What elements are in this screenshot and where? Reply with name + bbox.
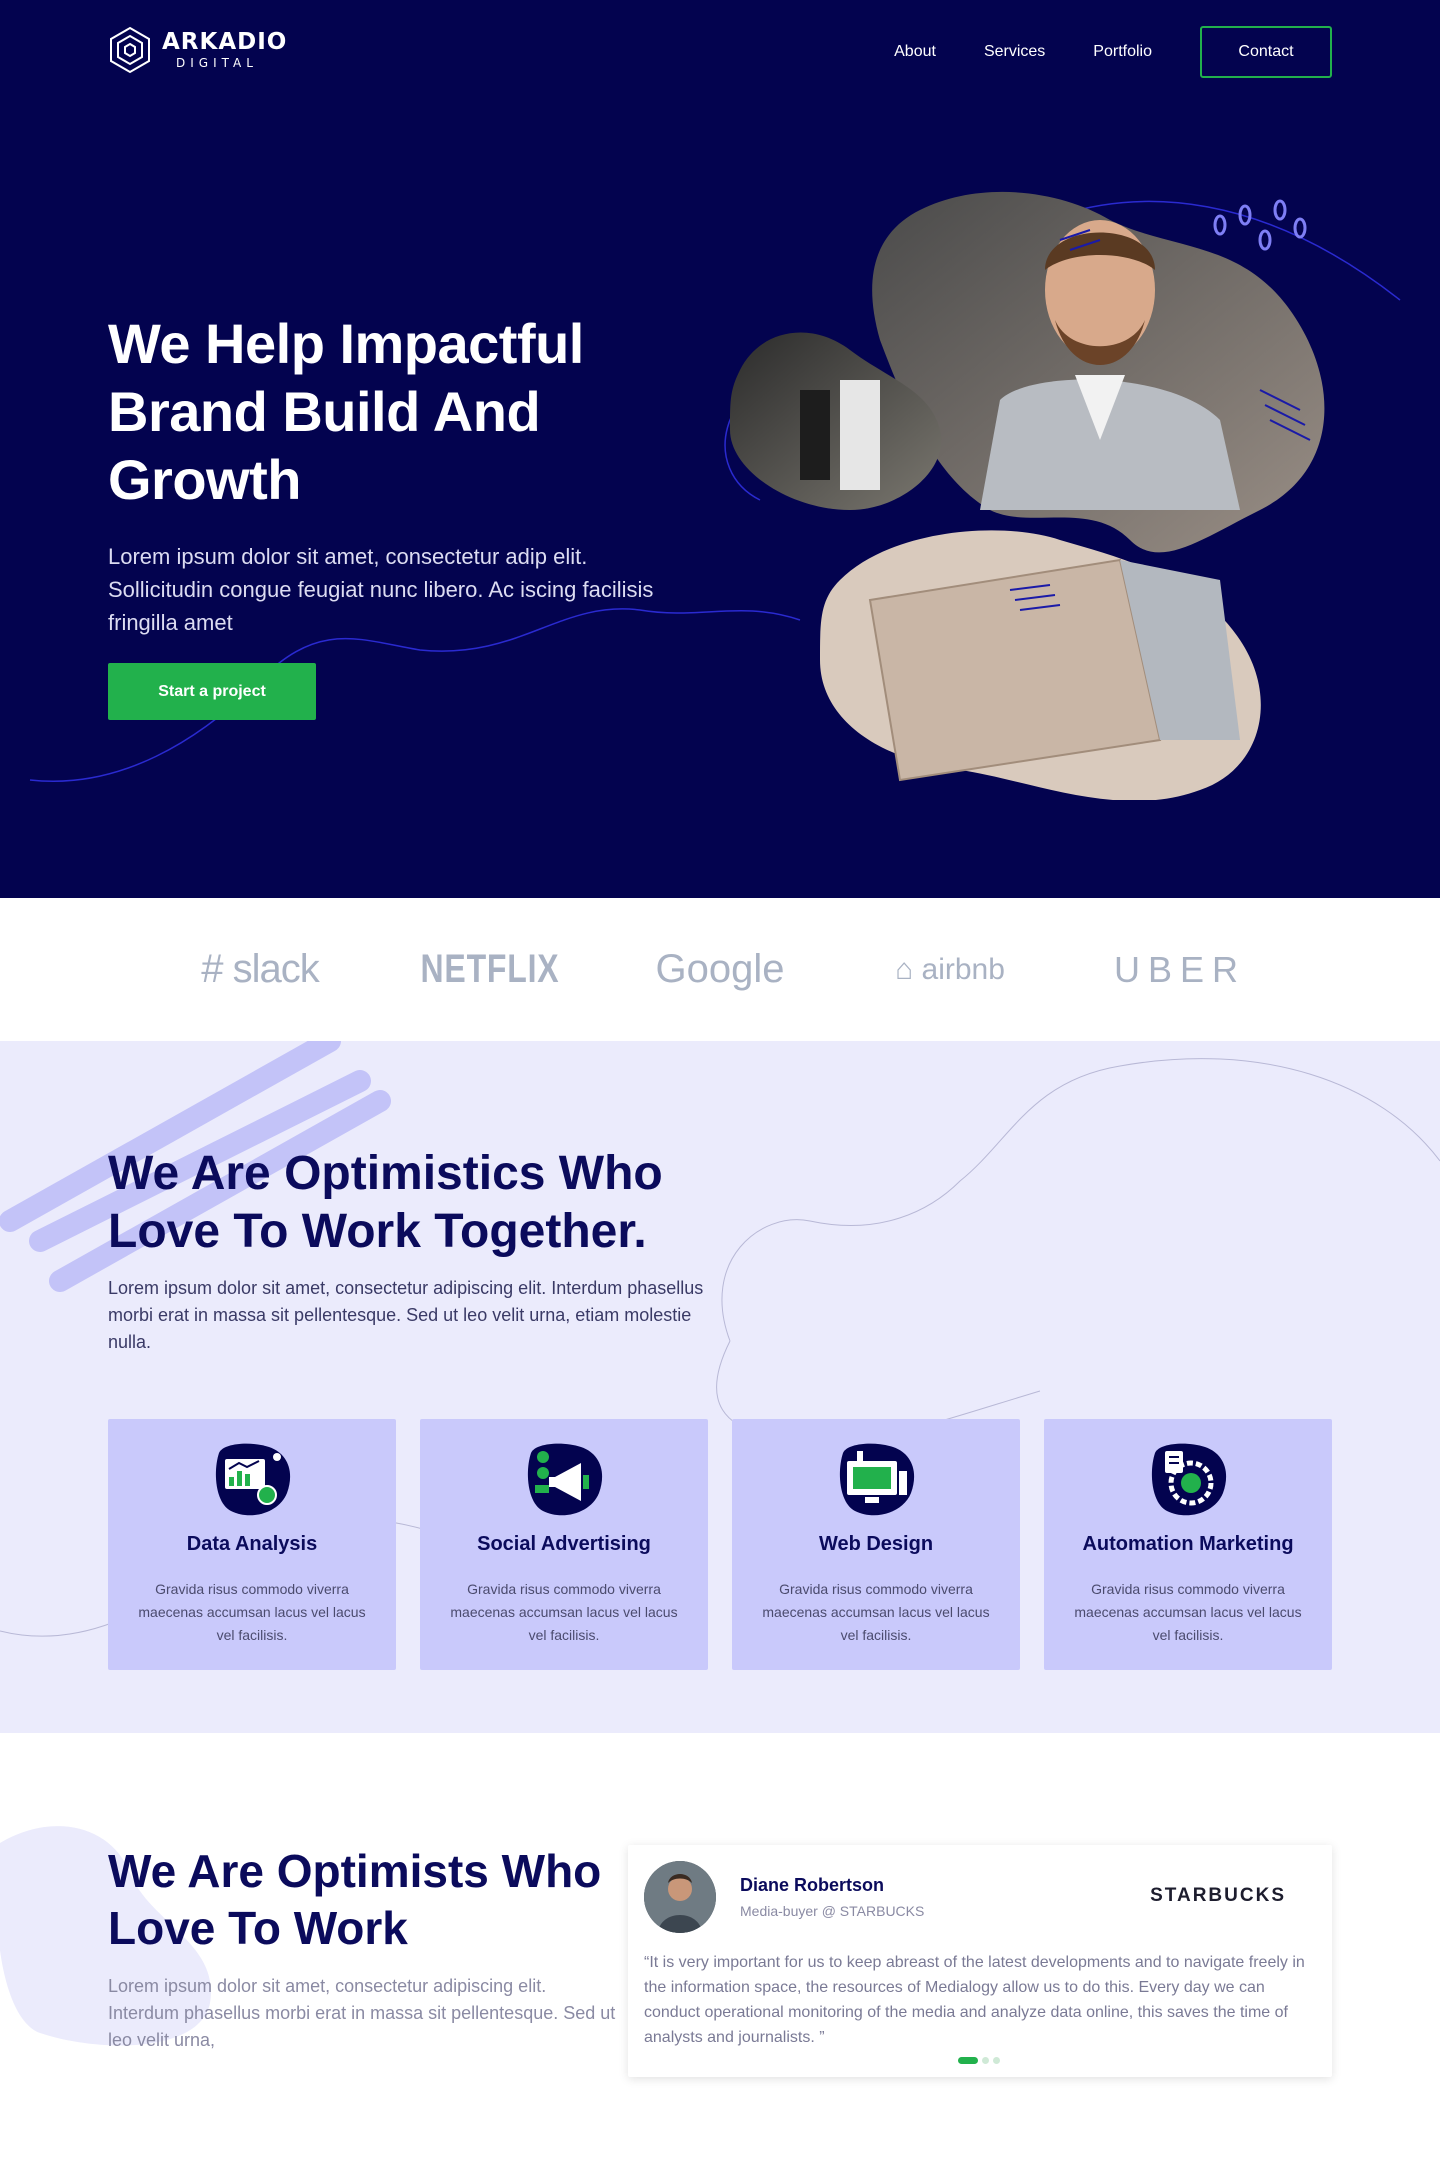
google-logo: Google: [655, 947, 785, 991]
top-nav: ARKADIO DIGITAL About Services Portfolio…: [108, 26, 1332, 78]
slack-logo: # slack: [145, 947, 375, 992]
service-text: Gravida risus commodo viverra maecenas a…: [762, 1581, 990, 1643]
netflix-logo: NETFLIX: [420, 947, 560, 991]
service-cards: Data Analysis Gravida risus commodo vive…: [108, 1419, 1332, 1670]
hero-section: ARKADIO DIGITAL About Services Portfolio…: [0, 0, 1440, 898]
testimonial-role: Media-buyer @ STARBUCKS: [740, 1903, 925, 1919]
automation-gear-icon: [1151, 1443, 1227, 1516]
start-project-button[interactable]: Start a project: [108, 663, 316, 720]
avatar: [644, 1861, 716, 1933]
testimonial-quote: “It is very important for us to keep abr…: [644, 1954, 1305, 2046]
partner-logos: # slack NETFLIX Google ⌂ airbnb UBER: [0, 898, 1440, 1041]
carousel-dots: [958, 2057, 1000, 2064]
testimonial-card: Diane Robertson Media-buyer @ STARBUCKS …: [628, 1845, 1332, 2077]
airbnb-logo: ⌂ airbnb: [835, 953, 1065, 987]
carousel-dot[interactable]: [993, 2057, 1000, 2064]
nav-link-portfolio[interactable]: Portfolio: [1093, 43, 1152, 61]
service-text: Gravida risus commodo viverra maecenas a…: [138, 1581, 366, 1643]
web-design-icon: [839, 1443, 915, 1516]
data-analysis-icon: [215, 1443, 291, 1516]
service-card[interactable]: Data Analysis Gravida risus commodo vive…: [108, 1419, 396, 1670]
brand-name: ARKADIO: [162, 29, 288, 55]
carousel-dot-active[interactable]: [958, 2057, 978, 2064]
brand-sub: DIGITAL: [176, 56, 258, 70]
hero-title: We Help Impactful Brand Build And Growth: [108, 312, 584, 511]
service-title: Web Design: [818, 1533, 934, 1555]
testimonial-section: We Are Optimists Who Love To Work Lorem …: [0, 1733, 1440, 2173]
service-title: Automation Marketing: [1082, 1533, 1294, 1555]
carousel-dot[interactable]: [982, 2057, 989, 2064]
slack-hash-icon: #: [201, 947, 223, 991]
brand-logo[interactable]: ARKADIO DIGITAL: [108, 26, 287, 74]
services-text: Lorem ipsum dolor sit amet, consectetur …: [108, 1278, 704, 1352]
starbucks-logo: STARBUCKS: [1150, 1885, 1286, 1906]
hero-image-blobs: [730, 191, 1325, 800]
nav-link-about[interactable]: About: [894, 43, 936, 61]
page: ARKADIO DIGITAL About Services Portfolio…: [0, 0, 1440, 2173]
airbnb-mark-icon: ⌂: [895, 952, 914, 986]
airbnb-label: airbnb: [921, 952, 1005, 986]
uber-logo: UBER: [1113, 948, 1247, 990]
service-card[interactable]: Automation Marketing Gravida risus commo…: [1044, 1419, 1332, 1670]
service-card[interactable]: Web Design Gravida risus commodo viverra…: [732, 1419, 1020, 1670]
slack-label: slack: [232, 947, 320, 991]
service-title: Social Advertising: [477, 1533, 651, 1555]
services-title: We Are Optimistics Who Love To Work Toge…: [108, 1147, 663, 1258]
nav-menu: About Services Portfolio Contact: [894, 26, 1332, 78]
megaphone-icon: [527, 1443, 603, 1516]
testimonial-name: Diane Robertson: [740, 1875, 885, 1895]
nav-link-services[interactable]: Services: [984, 43, 1045, 61]
testimonial-section-title: We Are Optimists Who Love To Work: [108, 1845, 602, 1954]
hero-text: Lorem ipsum dolor sit amet, consectetur …: [108, 544, 654, 635]
contact-button[interactable]: Contact: [1200, 26, 1332, 78]
services-section: We Are Optimistics Who Love To Work Toge…: [0, 1041, 1440, 1733]
service-card[interactable]: Social Advertising Gravida risus commodo…: [420, 1419, 708, 1670]
decor-drops: [1213, 199, 1307, 251]
testimonial-section-text: Lorem ipsum dolor sit amet, consectetur …: [108, 1976, 616, 2050]
hexagon-logo-icon: [110, 26, 150, 74]
service-title: Data Analysis: [186, 1533, 318, 1555]
service-text: Gravida risus commodo viverra maecenas a…: [1074, 1581, 1302, 1643]
service-text: Gravida risus commodo viverra maecenas a…: [450, 1581, 678, 1643]
